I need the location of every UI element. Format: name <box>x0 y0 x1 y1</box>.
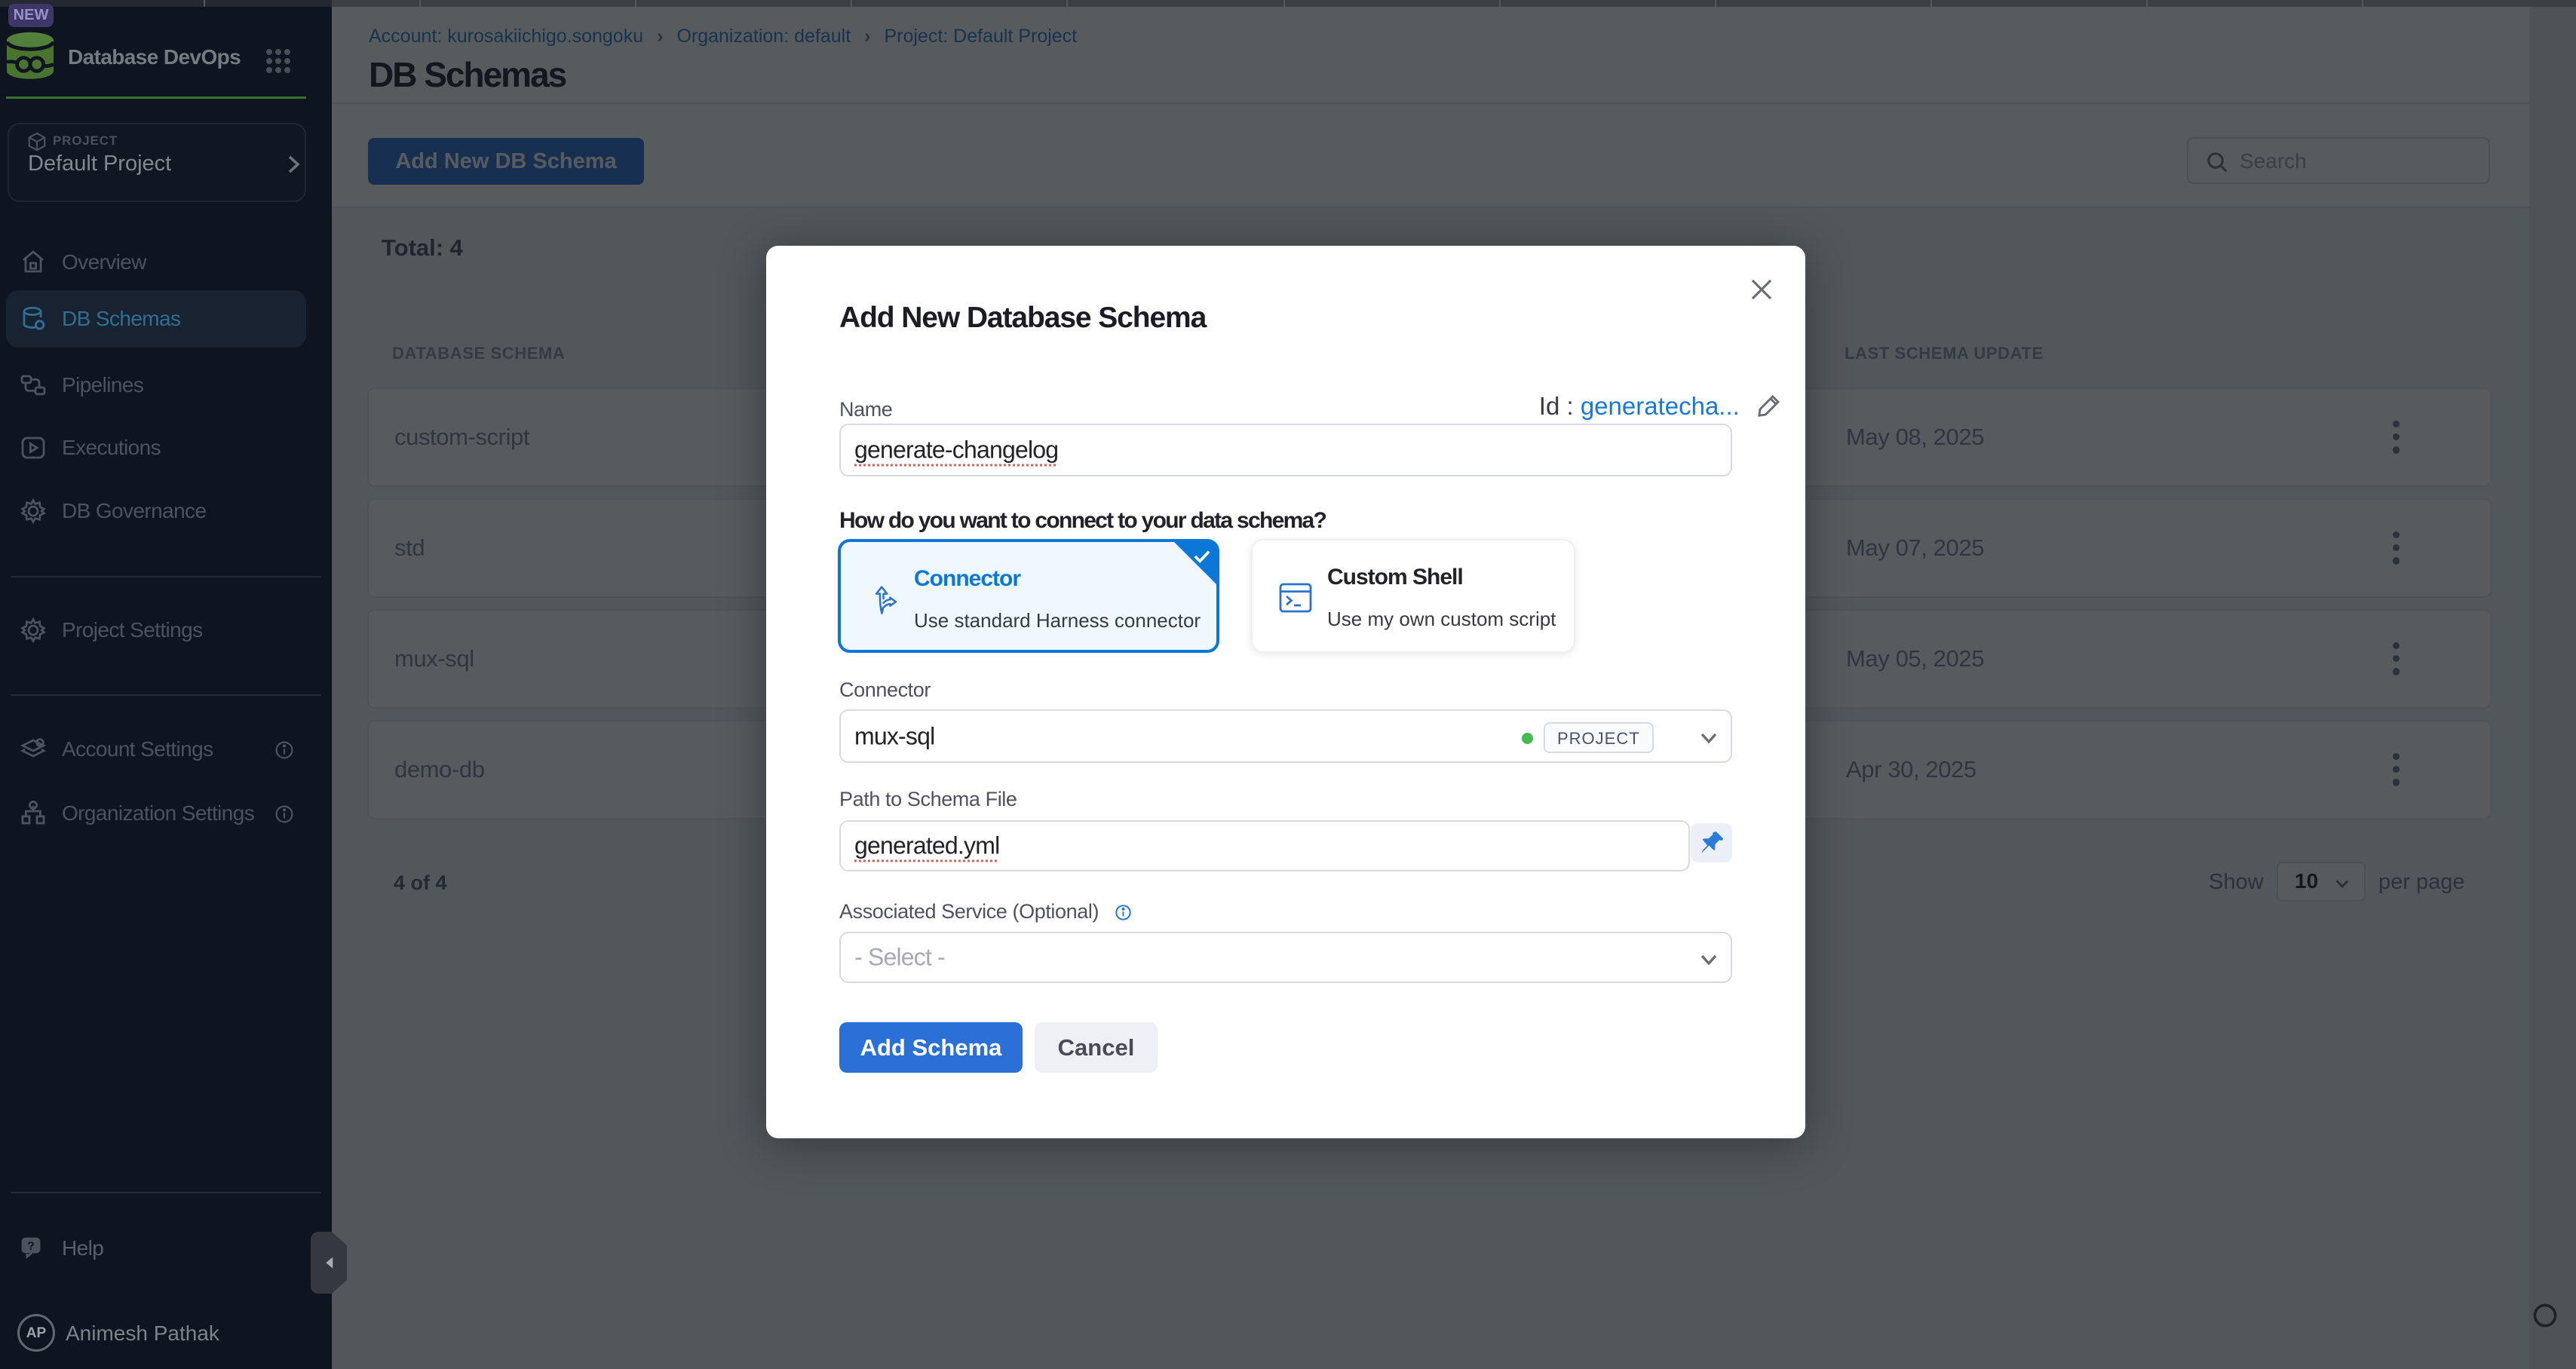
svg-text:?: ? <box>27 1240 35 1253</box>
